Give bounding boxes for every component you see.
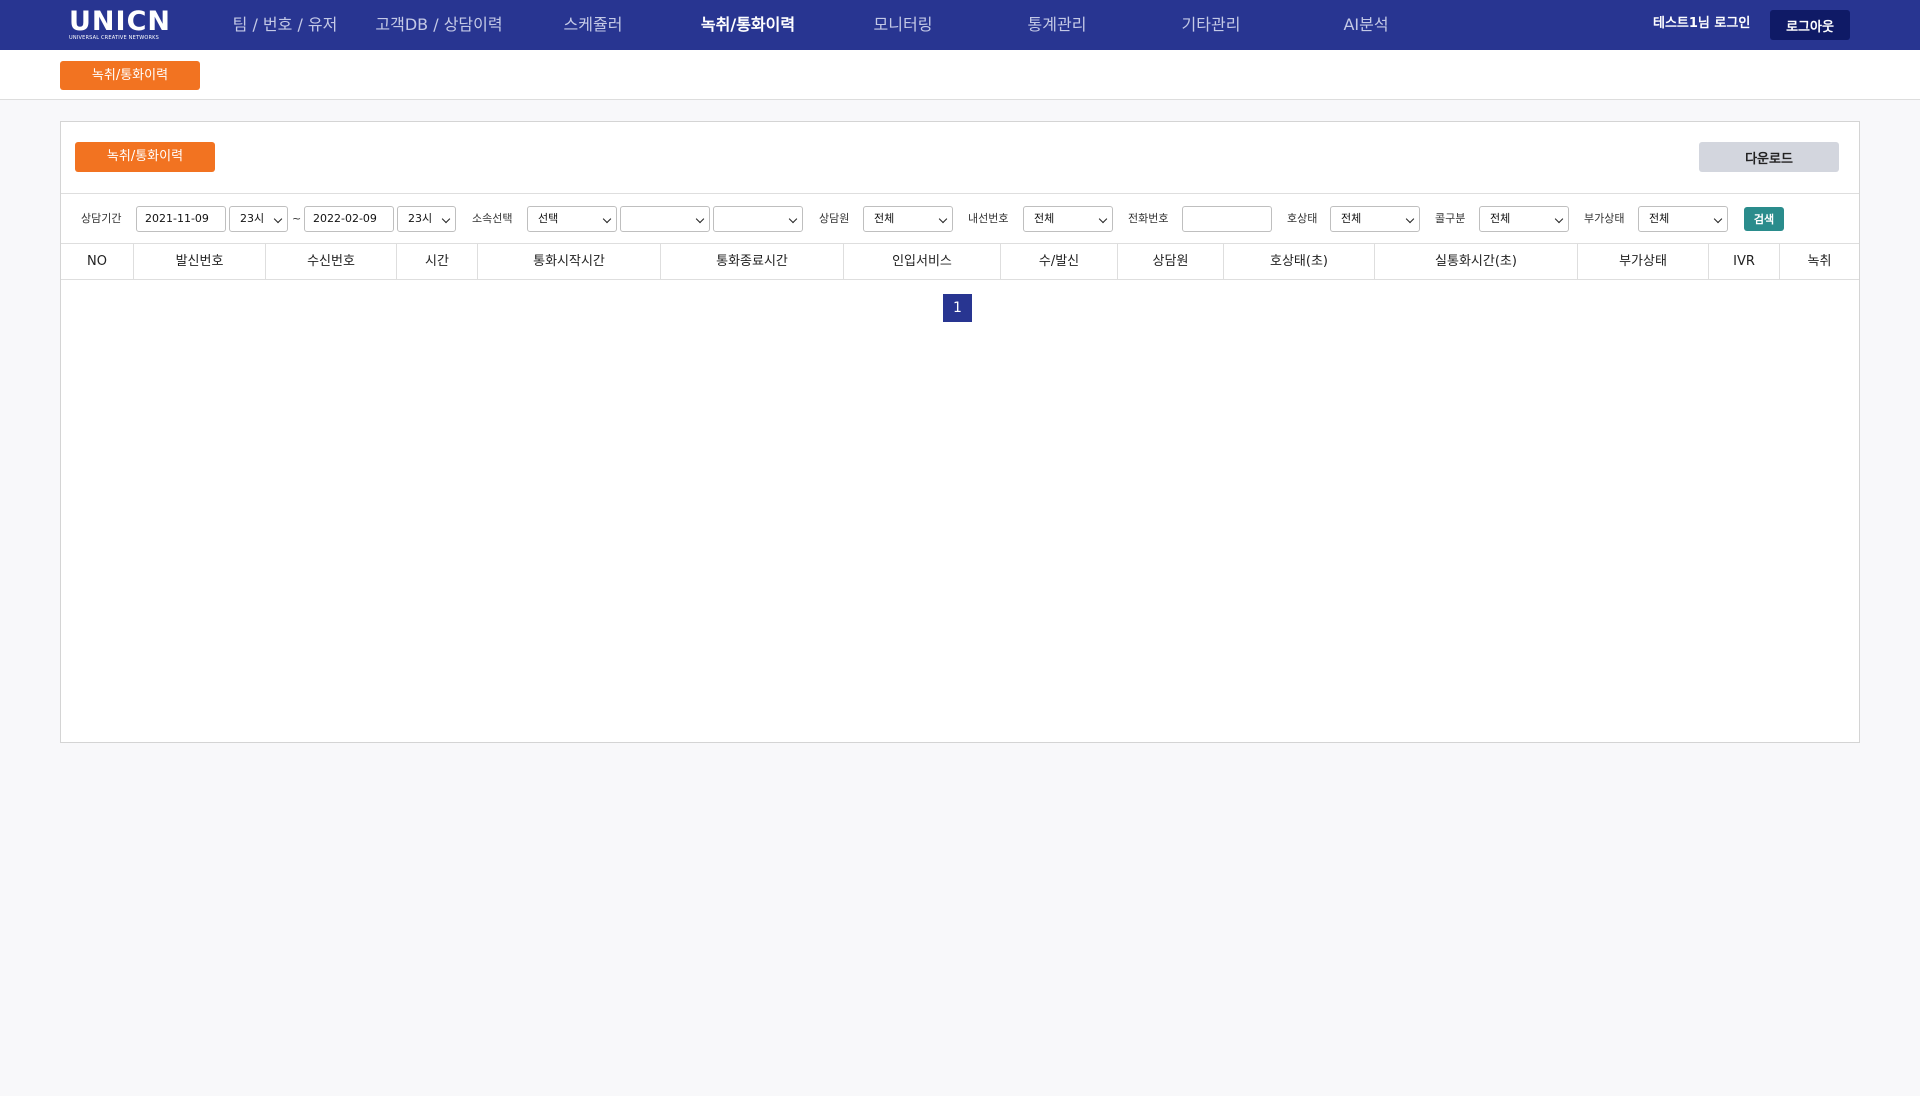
chevron-down-icon (602, 214, 612, 224)
divider (61, 193, 1859, 194)
call-state-select[interactable]: 전체 (1330, 206, 1420, 232)
chevron-down-icon (695, 214, 705, 224)
chevron-down-icon (938, 214, 948, 224)
phone-label: 전화번호 (1128, 212, 1169, 225)
column-header[interactable]: IVR (1708, 244, 1779, 279)
chevron-down-icon (1098, 214, 1108, 224)
agent-select-value: 전체 (874, 212, 895, 225)
range-separator: ~ (292, 212, 302, 225)
menu-item-team[interactable]: 팀 / 번호 / 유저 (233, 0, 338, 50)
pagination-page-button[interactable]: 1 (943, 294, 972, 322)
section-title-tag: 녹취/통화이력 (75, 142, 215, 172)
agent-label: 상담원 (819, 212, 850, 225)
org-select-3[interactable] (713, 206, 803, 232)
chevron-down-icon (1405, 214, 1415, 224)
chevron-down-icon (788, 214, 798, 224)
page-tag[interactable]: 녹취/통화이력 (60, 61, 200, 90)
menu-item-ai[interactable]: AI분석 (1343, 0, 1388, 50)
end-hour-select[interactable]: 23시 (397, 206, 456, 232)
column-header[interactable]: 시간 (396, 244, 477, 279)
phone-input[interactable] (1182, 206, 1272, 232)
menu-item-monitoring[interactable]: 모니터링 (874, 0, 933, 50)
extension-select-value: 전체 (1034, 212, 1055, 225)
column-header[interactable]: 상담원 (1117, 244, 1223, 279)
chevron-down-icon (273, 214, 283, 224)
column-header[interactable]: 수신번호 (265, 244, 396, 279)
top-navbar: UNICN UNIVERSAL CREATIVE NETWORKS 팀 / 번호… (0, 0, 1920, 50)
call-type-select[interactable]: 전체 (1479, 206, 1569, 232)
org-select-2[interactable] (620, 206, 710, 232)
sub-header: 녹취/통화이력 (0, 50, 1920, 100)
extra-state-label: 부가상태 (1584, 212, 1625, 225)
column-header[interactable]: 호상태(초) (1223, 244, 1374, 279)
search-button[interactable]: 검색 (1744, 207, 1784, 231)
call-state-select-value: 전체 (1341, 212, 1362, 225)
column-header[interactable]: 수/발신 (1000, 244, 1117, 279)
column-header[interactable]: NO (61, 244, 133, 279)
period-label: 상담기간 (81, 212, 122, 225)
end-date-input[interactable]: 2022-02-09 (304, 206, 394, 232)
extra-state-select[interactable]: 전체 (1638, 206, 1728, 232)
logo-subtext: UNIVERSAL CREATIVE NETWORKS (69, 35, 160, 41)
start-hour-select[interactable]: 23시 (229, 206, 288, 232)
menu-item-recording[interactable]: 녹취/통화이력 (701, 0, 795, 50)
chevron-down-icon (1713, 214, 1723, 224)
column-header[interactable]: 통화종료시간 (660, 244, 843, 279)
logo[interactable]: UNICN UNIVERSAL CREATIVE NETWORKS (69, 6, 171, 42)
column-header[interactable]: 인입서비스 (843, 244, 1000, 279)
chevron-down-icon (1554, 214, 1564, 224)
call-state-label: 호상태 (1287, 212, 1318, 225)
extension-label: 내선번호 (968, 212, 1009, 225)
download-button[interactable]: 다운로드 (1699, 142, 1839, 172)
org-select-1[interactable]: 선택 (527, 206, 617, 232)
menu-item-etc[interactable]: 기타관리 (1182, 0, 1241, 50)
column-header[interactable]: 부가상태 (1577, 244, 1708, 279)
org-select-1-value: 선택 (538, 212, 559, 225)
chevron-down-icon (441, 214, 451, 224)
column-header[interactable]: 실통화시간(초) (1374, 244, 1577, 279)
menu-item-customer-db[interactable]: 고객DB / 상담이력 (375, 0, 502, 50)
call-type-select-value: 전체 (1490, 212, 1511, 225)
logout-button[interactable]: 로그아웃 (1770, 10, 1850, 40)
column-header[interactable]: 통화시작시간 (477, 244, 660, 279)
user-login-text: 테스트1님 로그인 (1653, 16, 1751, 31)
content-panel: 녹취/통화이력 다운로드 상담기간 2021-11-09 23시 ~ 2022-… (60, 121, 1860, 743)
end-hour-value: 23시 (408, 212, 433, 225)
menu-item-statistics[interactable]: 통계관리 (1028, 0, 1087, 50)
column-header[interactable]: 녹취 (1779, 244, 1859, 279)
start-hour-value: 23시 (240, 212, 265, 225)
call-type-label: 콜구분 (1435, 212, 1466, 225)
start-date-input[interactable]: 2021-11-09 (136, 206, 226, 232)
logo-text: UNICN (69, 6, 171, 37)
org-label: 소속선택 (472, 212, 513, 225)
extension-select[interactable]: 전체 (1023, 206, 1113, 232)
extra-state-select-value: 전체 (1649, 212, 1670, 225)
agent-select[interactable]: 전체 (863, 206, 953, 232)
menu-item-scheduler[interactable]: 스케쥴러 (564, 0, 623, 50)
column-header[interactable]: 발신번호 (133, 244, 265, 279)
table-header: NO 발신번호 수신번호 시간 통화시작시간 통화종료시간 인입서비스 수/발신… (61, 243, 1859, 280)
